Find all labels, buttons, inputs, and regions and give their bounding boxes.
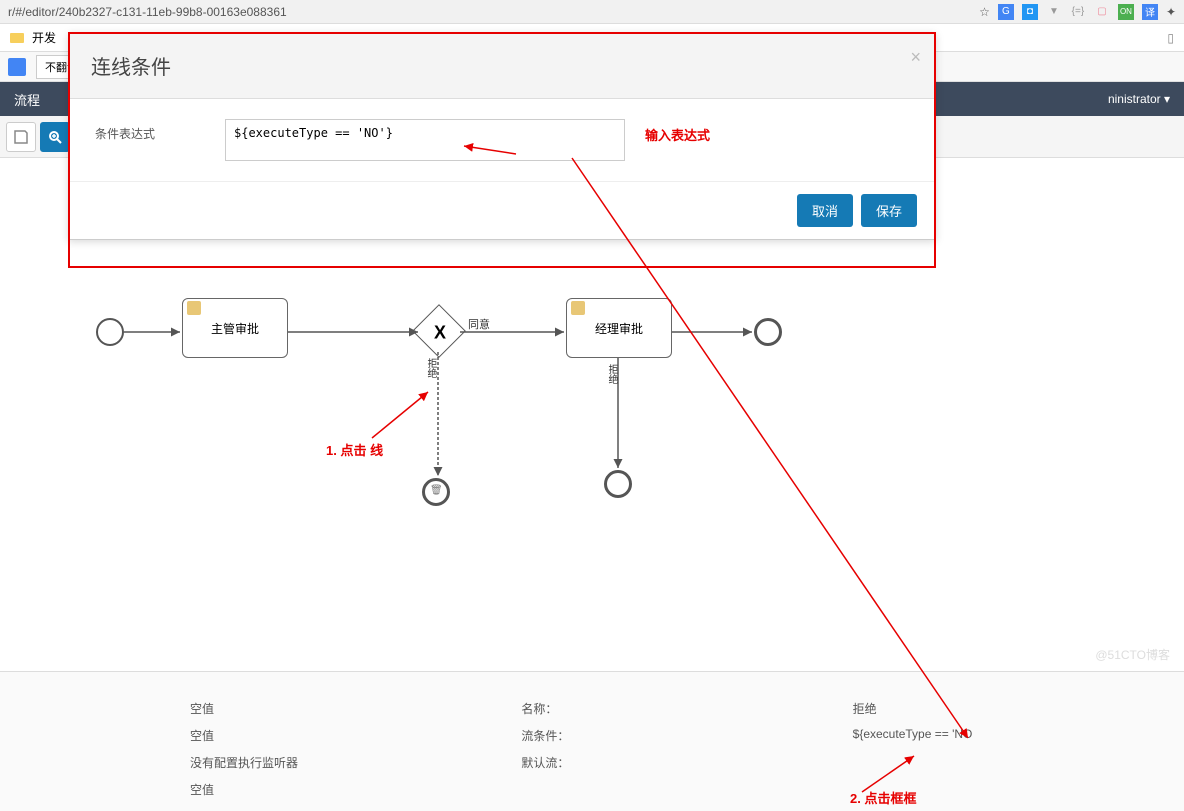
ext-icon-3[interactable]: ▼ xyxy=(1046,4,1062,20)
puzzle-icon[interactable]: ✦ xyxy=(1166,5,1176,19)
prop-right-r1[interactable]: 拒绝 xyxy=(853,700,1144,717)
extension-icons: ☆ G ◘ ▼ {=} ▢ ON 译 ✦ xyxy=(979,4,1176,20)
flow-label-agree: 同意 xyxy=(468,316,490,332)
prop-left-r1[interactable]: 空值 xyxy=(190,700,481,717)
task1-label: 主管审批 xyxy=(211,320,259,337)
annotation-step-1: 1. 点击 线 xyxy=(326,440,383,459)
address-bar: r/#/editor/240b2327-c131-11eb-99b8-00163… xyxy=(0,0,1184,24)
task-supervisor-approval[interactable]: 主管审批 xyxy=(182,298,288,358)
modal-title: 连线条件 xyxy=(91,57,171,79)
ext-icon-2[interactable]: ◘ xyxy=(1022,4,1038,20)
properties-panel: 空值 空值 没有配置执行监听器 空值 名称： 流条件： 默认流： 拒绝 ${ex… xyxy=(0,671,1184,811)
prop-left-r2[interactable]: 空值 xyxy=(190,727,481,744)
header-title: 流程 xyxy=(14,90,40,109)
ext-icon-5[interactable]: ▢ xyxy=(1094,4,1110,20)
translate-icon xyxy=(8,58,26,76)
user-icon xyxy=(187,301,201,315)
annotation-arrow-1 xyxy=(368,386,448,446)
prop-mid-r1: 名称： xyxy=(521,700,812,717)
modal-header: 连线条件 × xyxy=(69,33,935,99)
flow-label-reject-1: 拒绝 xyxy=(423,358,438,378)
prop-col-left: 空值 空值 没有配置执行监听器 空值 xyxy=(0,700,521,811)
ext-icon-7[interactable]: 译 xyxy=(1142,4,1158,20)
expression-label: 条件表达式 xyxy=(95,119,175,142)
modal-footer: 取消 保存 xyxy=(69,181,935,239)
user-icon xyxy=(571,301,585,315)
annotation-input-hint: 输入表达式 xyxy=(645,125,710,144)
star-icon[interactable]: ☆ xyxy=(979,5,990,19)
prop-left-r4[interactable]: 空值 xyxy=(190,781,481,798)
prop-left-r3[interactable]: 没有配置执行监听器 xyxy=(190,754,481,771)
overflow-icon[interactable]: ▯ xyxy=(1167,31,1174,45)
end-event-1[interactable] xyxy=(754,318,782,346)
prop-mid-r3: 默认流： xyxy=(521,754,812,771)
save-button[interactable]: 保存 xyxy=(861,194,917,227)
prop-right-r2[interactable]: ${executeType == 'NO xyxy=(853,727,1144,741)
trash-icon[interactable]: 🗑 xyxy=(430,485,443,496)
watermark: @51CTO博客 xyxy=(1095,646,1170,663)
condition-modal: 连线条件 × 条件表达式 输入表达式 取消 保存 xyxy=(68,32,936,240)
user-menu[interactable]: ninistrator ▾ xyxy=(1108,92,1170,106)
ext-icon-6[interactable]: ON xyxy=(1118,4,1134,20)
ext-icon-1[interactable]: G xyxy=(998,4,1014,20)
bookmark-folder[interactable]: 开发 xyxy=(32,29,56,46)
gateway-x-icon: X xyxy=(434,322,446,343)
tool-zoom-icon[interactable] xyxy=(40,122,70,152)
url-text: r/#/editor/240b2327-c131-11eb-99b8-00163… xyxy=(8,5,979,19)
ext-icon-4[interactable]: {=} xyxy=(1070,4,1086,20)
prop-col-mid: 名称： 流条件： 默认流： xyxy=(521,700,852,811)
start-event[interactable] xyxy=(96,318,124,346)
modal-body: 条件表达式 输入表达式 xyxy=(69,99,935,181)
cancel-button[interactable]: 取消 xyxy=(797,194,853,227)
expression-input[interactable] xyxy=(225,119,625,161)
prop-mid-r2: 流条件： xyxy=(521,727,812,744)
exclusive-gateway[interactable]: X xyxy=(412,304,466,358)
folder-icon xyxy=(10,33,24,43)
tool-save-icon[interactable] xyxy=(6,122,36,152)
annotation-step-2: 2. 点击框框 xyxy=(850,788,916,807)
flow-label-reject-2: 拒绝 xyxy=(604,364,619,384)
task2-label: 经理审批 xyxy=(595,320,643,337)
end-event-3[interactable] xyxy=(604,470,632,498)
close-icon[interactable]: × xyxy=(910,47,921,68)
task-manager-approval[interactable]: 经理审批 xyxy=(566,298,672,358)
